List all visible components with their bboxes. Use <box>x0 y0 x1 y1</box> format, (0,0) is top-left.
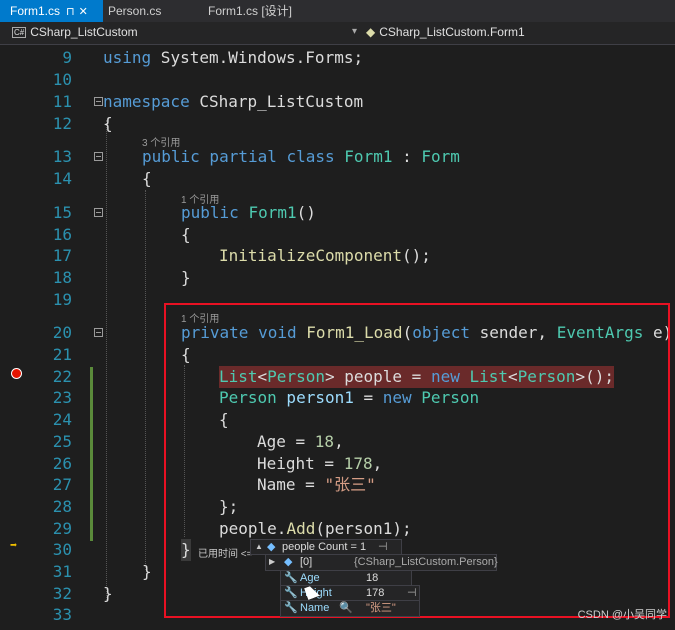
tab-person-cs[interactable]: Person.cs <box>108 0 161 22</box>
code-line: 9 using System.Windows.Forms; <box>0 47 675 69</box>
line-number: 24 <box>52 410 72 429</box>
code-line: 14 { <box>0 168 675 190</box>
navigation-bar: C# CSharp_ListCustom ▾ ◆ CSharp_ListCustom… <box>0 22 675 45</box>
line-number: 30 <box>52 540 72 559</box>
class-icon: ◆ <box>366 25 376 39</box>
line-number: 33 <box>52 605 72 624</box>
code-text: namespace CSharp_ListCustom <box>103 92 364 111</box>
property-value: 178 <box>366 587 385 599</box>
magnifier-icon[interactable]: 🔍 <box>339 601 353 615</box>
line-number: 22 <box>52 367 72 386</box>
tab-form1-designer[interactable]: Form1.cs [设计] <box>208 0 292 22</box>
code-text: } <box>103 584 113 603</box>
code-line: 16 { <box>0 224 675 246</box>
datatip-item-type: {CSharp_ListCustom.Person} <box>354 556 498 568</box>
line-number: 15 <box>52 203 72 222</box>
expand-arrow-icon[interactable]: ▲ <box>255 540 263 554</box>
code-text: { <box>142 169 152 188</box>
variable-icon: ◆ <box>267 541 276 553</box>
line-number: 19 <box>52 290 72 309</box>
datatip-item-row[interactable]: ▶ ◆ [0] {CSharp_ListCustom.Person} <box>265 554 498 571</box>
line-number: 10 <box>52 70 72 89</box>
line-number: 14 <box>52 169 72 188</box>
object-icon: ◆ <box>284 556 293 568</box>
code-line: 17 InitializeComponent(); <box>0 245 675 267</box>
line-number: 20 <box>52 323 72 342</box>
property-name: Name <box>300 602 330 614</box>
watermark: CSDN @小吴同学 <box>577 609 667 621</box>
pin-icon[interactable]: ⊣ <box>407 586 417 600</box>
wrench-icon: 🔧 <box>284 602 298 614</box>
class-dropdown[interactable]: ◆ CSharp_ListCustom.Form1 <box>366 24 525 41</box>
tab-label: Person.cs <box>108 4 162 18</box>
code-line: 10 <box>0 69 675 91</box>
tab-label: Form1.cs [设计] <box>208 4 293 18</box>
code-line: 15 public Form1() <box>0 202 675 224</box>
line-number: 13 <box>52 147 72 166</box>
class-name: CSharp_ListCustom.Form1 <box>379 25 525 39</box>
collapse-icon[interactable] <box>94 152 103 161</box>
code-text: } <box>142 562 152 581</box>
line-number: 27 <box>52 475 72 494</box>
line-number: 18 <box>52 268 72 287</box>
line-number: 9 <box>62 48 72 67</box>
tab-label: Form1.cs <box>10 4 61 18</box>
code-text: InitializeComponent(); <box>219 246 431 265</box>
line-number: 12 <box>52 114 72 133</box>
code-line: 11 namespace CSharp_ListCustom <box>0 91 675 113</box>
line-number: 29 <box>52 519 72 538</box>
code-text: public Form1() <box>181 203 316 222</box>
datatip-people-text: people Count = 1 <box>282 541 367 553</box>
line-number: 17 <box>52 246 72 265</box>
property-value: 18 <box>366 572 379 584</box>
project-name: CSharp_ListCustom <box>30 25 138 39</box>
line-number: 25 <box>52 432 72 451</box>
code-text: public partial class Form1 : Form <box>142 147 460 166</box>
collapse-icon[interactable] <box>94 328 103 337</box>
breakpoint-icon[interactable] <box>11 368 22 379</box>
execution-arrow-icon[interactable]: ➡ <box>10 539 17 551</box>
expand-arrow-icon[interactable]: ▶ <box>269 555 275 569</box>
project-dropdown[interactable]: C# CSharp_ListCustom <box>12 24 138 41</box>
collapse-icon[interactable] <box>94 208 103 217</box>
datatip-item-index: [0] <box>300 556 313 568</box>
line-number: 11 <box>52 92 72 111</box>
line-number: 16 <box>52 225 72 244</box>
collapse-icon[interactable] <box>94 97 103 106</box>
pin-icon[interactable]: ⊓ <box>66 1 75 23</box>
code-text: using System.Windows.Forms; <box>103 48 364 67</box>
property-value: "张三" <box>366 602 396 614</box>
code-text: { <box>103 114 113 133</box>
dropdown-chevron-icon[interactable]: ▾ <box>352 26 357 37</box>
document-tab-bar: Form1.cs ⊓ ✕ Person.cs Form1.cs [设计] <box>0 0 675 22</box>
pin-icon[interactable]: ⊣ <box>378 540 388 554</box>
close-icon[interactable]: ✕ <box>79 1 88 23</box>
code-line: 13 public partial class Form1 : Form <box>0 146 675 168</box>
line-number: 31 <box>52 562 72 581</box>
csharp-project-icon: C# <box>12 27 27 38</box>
code-text: } <box>181 268 191 287</box>
code-line: 12 { <box>0 113 675 135</box>
datatip-people-row[interactable]: ▲ ◆ people Count = 1 ⊣ <box>250 539 402 555</box>
elapsed-time-hint: 已用时间 <= <box>198 549 253 560</box>
line-number: 32 <box>52 584 72 603</box>
wrench-icon: 🔧 <box>284 572 298 584</box>
line-number: 23 <box>52 388 72 407</box>
tab-form1-cs[interactable]: Form1.cs ⊓ ✕ <box>0 0 103 22</box>
line-number: 21 <box>52 345 72 364</box>
code-text: { <box>181 225 191 244</box>
line-number: 28 <box>52 497 72 516</box>
code-line: 18 } <box>0 267 675 289</box>
line-number: 26 <box>52 454 72 473</box>
wrench-icon: 🔧 <box>284 587 298 599</box>
datatip-name-row[interactable]: 🔧 Name 🔍 "张三" <box>280 600 420 617</box>
property-name: Age <box>300 572 320 584</box>
